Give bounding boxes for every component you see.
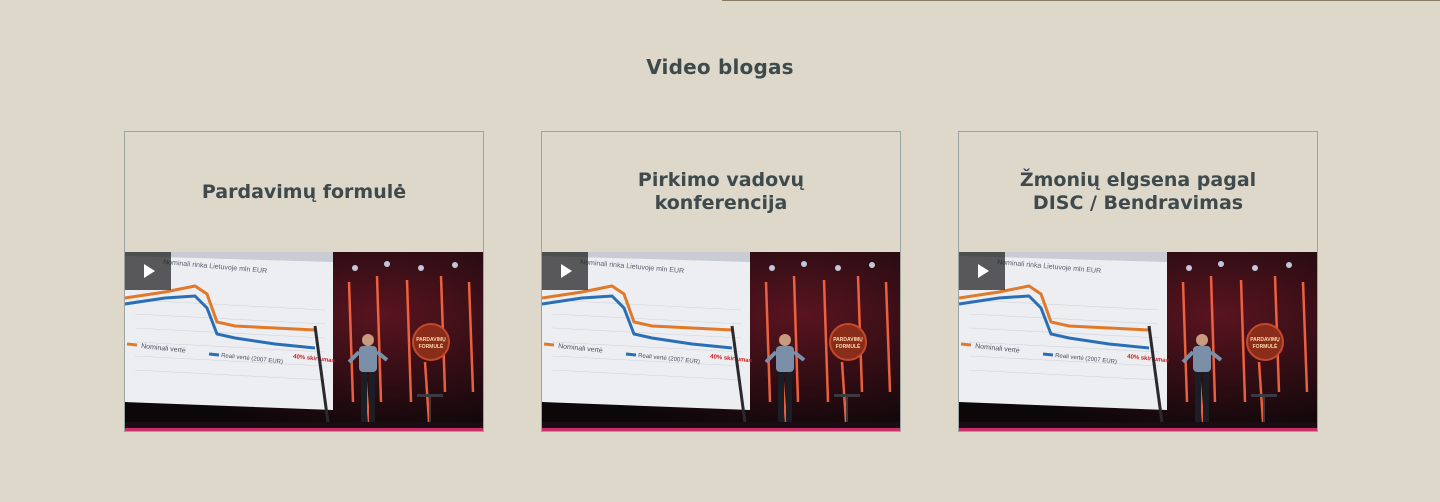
stage-edge-light: [125, 428, 483, 431]
card-title: Pirkimo vadovų konferencija: [637, 169, 805, 214]
ceiling-light-icon: [1286, 262, 1292, 268]
section-title: Video blogas: [646, 55, 794, 79]
ceiling-light-icon: [869, 262, 875, 268]
stage-badge-line1: PARDAVIMŲ: [416, 337, 446, 343]
ceiling-light-icon: [801, 261, 807, 267]
stage-edge-light: [542, 428, 900, 431]
stage-badge-line2: FORMULĖ: [419, 343, 444, 350]
video-card-2[interactable]: Pirkimo vadovų konferencija Nominali rin…: [541, 131, 901, 432]
top-accent-rule: [722, 0, 1440, 1]
speaker-head: [779, 334, 791, 346]
legend-nominal-swatch: [126, 342, 138, 347]
stage-table-top: [417, 394, 443, 397]
legend-nominal-swatch: [960, 342, 972, 347]
card-title-area: Žmonių elgsena pagal DISC / Bendravimas: [959, 132, 1317, 252]
legend-real-swatch: [208, 352, 220, 357]
speaker-leg-left: [361, 372, 367, 428]
thumbnail-image: Nominali rinka Lietuvoje mln EURNominali…: [959, 252, 1317, 431]
ceiling-light-icon: [352, 265, 358, 271]
stage-table-top: [834, 394, 860, 397]
play-button[interactable]: [542, 252, 588, 290]
ceiling-light-icon: [1186, 265, 1192, 271]
stage-badge-line1: PARDAVIMŲ: [833, 337, 863, 343]
play-button[interactable]: [125, 252, 171, 290]
speaker-head: [362, 334, 374, 346]
video-thumbnail[interactable]: Nominali rinka Lietuvoje mln EUR Nominali…: [959, 252, 1317, 431]
ceiling-light-icon: [384, 261, 390, 267]
legend-real-swatch: [1042, 352, 1054, 357]
play-icon: [561, 264, 572, 278]
ceiling-light-icon: [769, 265, 775, 271]
ceiling-light-icon: [1218, 261, 1224, 267]
play-icon: [978, 264, 989, 278]
speaker-shirt: [359, 346, 377, 372]
speaker-leg-right: [786, 372, 792, 428]
play-icon: [144, 264, 155, 278]
stage-badge-line2: FORMULĖ: [1253, 343, 1278, 350]
speaker-head: [1196, 334, 1208, 346]
thumbnail-image: Nominali rinka Lietuvoje mln EURNominali…: [542, 252, 900, 431]
speaker-leg-right: [1203, 372, 1209, 428]
card-title-area: Pardavimų formulė: [125, 132, 483, 252]
legend-nominal-swatch: [543, 342, 555, 347]
thumbnail-image: Nominali rinka Lietuvoje mln EURNominali…: [125, 252, 483, 431]
legend-real-swatch: [625, 352, 637, 357]
speaker-leg-right: [369, 372, 375, 428]
card-title: Žmonių elgsena pagal DISC / Bendravimas: [1019, 169, 1257, 214]
ceiling-light-icon: [835, 265, 841, 271]
stage-badge-line2: FORMULĖ: [836, 343, 861, 350]
play-button[interactable]: [959, 252, 1005, 290]
speaker-shirt: [1193, 346, 1211, 372]
card-title: Pardavimų formulė: [201, 180, 407, 203]
video-card-1[interactable]: Pardavimų formulė Nominali rinka Lietuvo…: [124, 131, 484, 432]
video-card-3[interactable]: Žmonių elgsena pagal DISC / Bendravimas …: [958, 131, 1318, 432]
stage-edge-light: [959, 428, 1317, 431]
speaker-shirt: [776, 346, 794, 372]
stage-table-top: [1251, 394, 1277, 397]
card-title-area: Pirkimo vadovų konferencija: [542, 132, 900, 252]
speaker-leg-left: [1195, 372, 1201, 428]
ceiling-light-icon: [418, 265, 424, 271]
stage-badge-line1: PARDAVIMŲ: [1250, 337, 1280, 343]
speaker-leg-left: [778, 372, 784, 428]
ceiling-light-icon: [452, 262, 458, 268]
video-thumbnail[interactable]: Nominali rinka Lietuvoje mln EUR Nominali…: [542, 252, 900, 431]
video-thumbnail[interactable]: Nominali rinka Lietuvoje mln EUR Nominali…: [125, 252, 483, 431]
ceiling-light-icon: [1252, 265, 1258, 271]
